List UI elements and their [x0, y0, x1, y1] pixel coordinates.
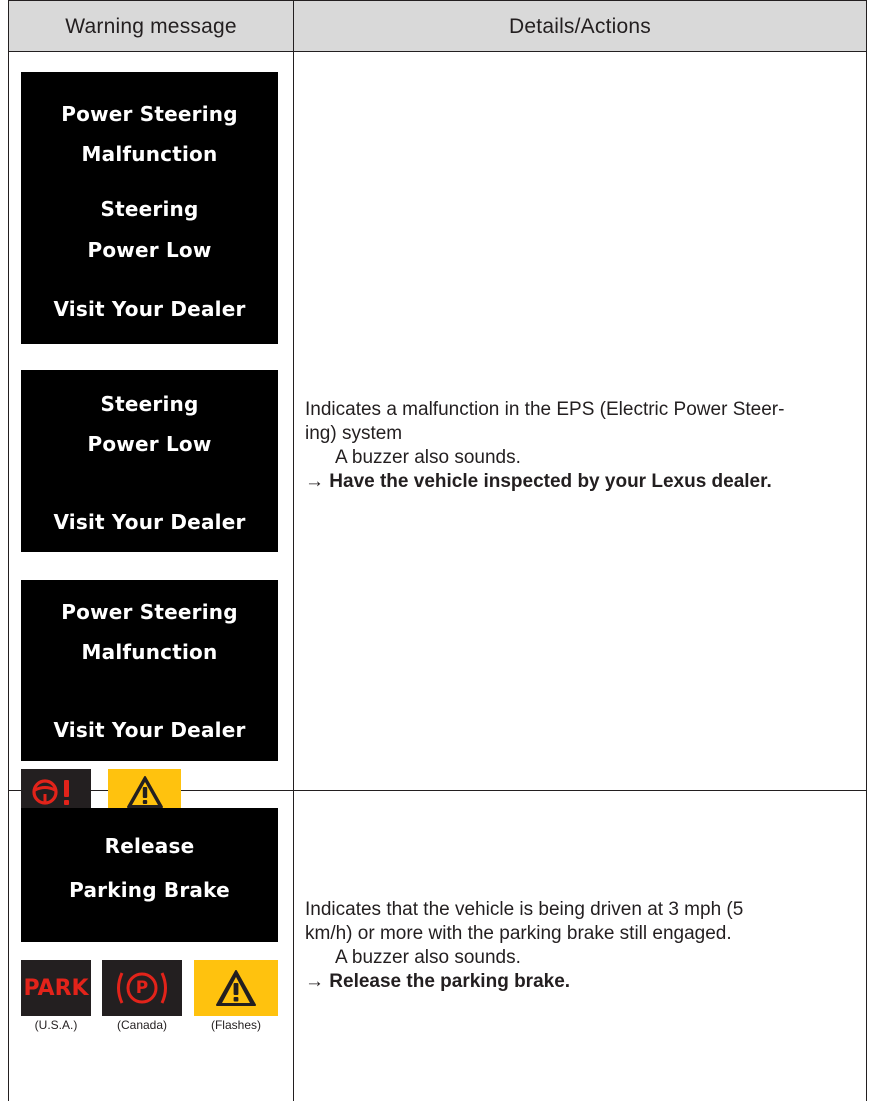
- details-text: Indicates a malfunction in the EPS (Elec…: [305, 399, 785, 420]
- details-note: A buzzer also sounds.: [335, 447, 521, 468]
- header-warning-message: Warning message: [65, 15, 237, 38]
- header-details-actions: Details/Actions: [509, 15, 651, 38]
- icon-caption: (Canada): [116, 1018, 168, 1032]
- screen-line: Power Steering: [61, 102, 238, 126]
- screen-line: Parking Brake: [69, 878, 230, 902]
- park-text: PARK: [23, 975, 89, 1001]
- warning-table: Warning message Details/Actions Power St…: [8, 0, 867, 1101]
- screen-line: Visit Your Dealer: [53, 297, 246, 321]
- header-bottom-border: [8, 51, 867, 52]
- details-text: ing) system: [305, 423, 403, 444]
- column-divider: [293, 0, 294, 1101]
- table-header: Warning message Details/Actions: [8, 0, 867, 52]
- warning-triangle-icon: [194, 960, 278, 1016]
- screen-line: Steering: [100, 392, 199, 416]
- table-border-right: [866, 0, 867, 1101]
- screen-line: Visit Your Dealer: [53, 718, 246, 742]
- warning-screen-release-parking-brake: Release Parking Brake: [21, 808, 278, 942]
- details-text: km/h) or more with the parking brake sti…: [305, 923, 732, 944]
- park-text-icon: PARK: [21, 960, 91, 1016]
- table-border-left: [8, 0, 9, 1101]
- icon-caption: (U.S.A.): [34, 1018, 78, 1032]
- details-text: Indicates that the vehicle is being driv…: [305, 899, 744, 920]
- table-border-top: [8, 0, 867, 1]
- details-action: → Have the vehicle inspected by your Lex…: [305, 471, 772, 492]
- details-note: A buzzer also sounds.: [335, 947, 521, 968]
- screen-line: Power Low: [87, 238, 212, 262]
- screen-line: Power Low: [87, 432, 212, 456]
- screen-line: Visit Your Dealer: [53, 510, 246, 534]
- icon-caption: (Flashes): [210, 1018, 261, 1032]
- warning-screen-3: Power Steering Malfunction Visit Your De…: [21, 580, 278, 761]
- screen-line: Release: [104, 834, 195, 858]
- screen-line: Power Steering: [61, 600, 238, 624]
- warning-screen-2: Steering Power Low Visit Your Dealer: [21, 370, 278, 552]
- warning-screen-1: Power Steering Malfunction Steering Powe…: [21, 72, 278, 344]
- parking-brake-circle-icon: P: [102, 960, 182, 1016]
- row1-details: Indicates a malfunction in the EPS (Elec…: [305, 398, 860, 494]
- screen-line: Steering: [100, 197, 199, 221]
- screen-line: Malfunction: [81, 640, 218, 664]
- row2-details: Indicates that the vehicle is being driv…: [305, 898, 860, 994]
- screen-line: Malfunction: [81, 142, 218, 166]
- parking-brake-letter: P: [135, 978, 149, 998]
- details-action: → Release the parking brake.: [305, 971, 571, 992]
